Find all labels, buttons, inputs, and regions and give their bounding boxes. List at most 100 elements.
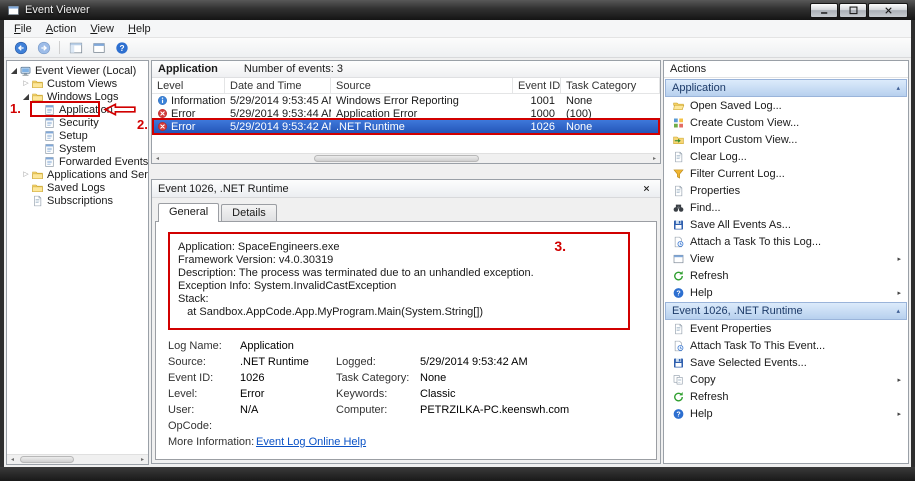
folder-icon [31, 91, 44, 103]
scroll-right-icon[interactable]: ▸ [137, 455, 148, 464]
tree-item-security[interactable]: Security [7, 116, 148, 129]
collapse-chevron-icon[interactable]: ▴ [896, 307, 900, 315]
action-save-selected-events[interactable]: Save Selected Events... [664, 354, 908, 371]
tree-item-subscriptions[interactable]: Subscriptions [7, 194, 148, 207]
action-label: Attach a Task To this Log... [690, 236, 821, 248]
action-attach-task-to-log[interactable]: Attach a Task To this Log... [664, 233, 908, 250]
column-header-date[interactable]: Date and Time [225, 78, 331, 93]
action-refresh[interactable]: Refresh [664, 267, 908, 284]
action-find[interactable]: Find... [664, 199, 908, 216]
action-create-custom-view[interactable]: Create Custom View... [664, 114, 908, 131]
expanded-icon[interactable]: ◢ [21, 90, 31, 103]
tab-details[interactable]: Details [221, 204, 277, 221]
menu-help[interactable]: Help [121, 21, 158, 37]
field-label: Computer: [336, 404, 420, 417]
scroll-left-icon[interactable]: ◂ [7, 455, 18, 464]
maximize-button[interactable] [839, 3, 867, 18]
action-import-custom-view[interactable]: Import Custom View... [664, 131, 908, 148]
tree-item-setup[interactable]: Setup [7, 129, 148, 142]
action-clear-log[interactable]: Clear Log... [664, 148, 908, 165]
collapsed-icon[interactable]: ▷ [21, 77, 31, 90]
field-value-log-name: Application [240, 340, 336, 353]
tree-item-system[interactable]: System [7, 142, 148, 155]
event-row[interactable]: Error 5/29/2014 9:53:44 AM Application E… [152, 107, 660, 120]
open-folder-icon [672, 100, 685, 112]
window-controls [810, 3, 908, 18]
tree-item-event-viewer-local[interactable]: ◢ Event Viewer (Local) [7, 64, 148, 77]
actions-section-header-application[interactable]: Application ▴ [665, 79, 907, 97]
action-open-saved-log[interactable]: Open Saved Log... [664, 97, 908, 114]
action-label: Find... [690, 202, 721, 214]
action-properties[interactable]: Properties [664, 182, 908, 199]
actions-section-header-event[interactable]: Event 1026, .NET Runtime ▴ [665, 302, 907, 320]
field-value-keywords: Classic [420, 388, 644, 401]
scroll-left-icon[interactable]: ◂ [152, 154, 163, 163]
detail-tab-area: General Details Application: SpaceEngine… [152, 198, 660, 463]
find-icon [672, 202, 685, 214]
collapse-chevron-icon[interactable]: ▴ [896, 84, 900, 92]
general-line: Framework Version: v4.0.30319 [178, 254, 620, 267]
field-value-computer: PETRZILKA-PC.keenswh.com [420, 404, 644, 417]
show-console-tree-button[interactable] [66, 39, 85, 56]
help-icon [672, 408, 685, 420]
tree-item-label: Applications and Services Lo [47, 169, 148, 181]
forward-button[interactable] [34, 39, 53, 56]
column-header-event-id[interactable]: Event ID [513, 78, 561, 93]
event-log-icon [43, 143, 56, 155]
action-copy[interactable]: Copy▸ [664, 371, 908, 388]
close-preview-button[interactable] [639, 182, 654, 196]
scrollbar-thumb[interactable] [314, 155, 479, 162]
cell-level: Error [171, 121, 195, 133]
action-save-all-events-as[interactable]: Save All Events As... [664, 216, 908, 233]
back-button[interactable] [11, 39, 30, 56]
scroll-right-icon[interactable]: ▸ [649, 154, 660, 163]
event-row[interactable]: Information 5/29/2014 9:53:45 AM Windows… [152, 94, 660, 107]
minimize-button[interactable] [810, 3, 838, 18]
expanded-icon[interactable]: ◢ [9, 64, 19, 77]
window-bottom-frame [0, 467, 915, 481]
action-filter-current-log[interactable]: Filter Current Log... [664, 165, 908, 182]
show-action-pane-button[interactable] [89, 39, 108, 56]
back-icon [14, 41, 28, 55]
tree-item-saved-logs[interactable]: Saved Logs [7, 181, 148, 194]
tree-horizontal-scrollbar[interactable]: ◂ ▸ [7, 454, 148, 464]
event-list-panel: Application Number of events: 3 Level Da… [151, 60, 661, 164]
menu-view[interactable]: View [83, 21, 121, 37]
scrollbar-thumb[interactable] [20, 456, 74, 463]
action-event-properties[interactable]: Event Properties [664, 320, 908, 337]
action-attach-task-to-event[interactable]: Attach Task To This Event... [664, 337, 908, 354]
action-help-event[interactable]: Help▸ [664, 405, 908, 422]
tree-item-applications-and-services-logs[interactable]: ▷ Applications and Services Lo [7, 168, 148, 181]
action-help[interactable]: Help▸ [664, 284, 908, 301]
save-icon [672, 357, 685, 369]
column-header-level[interactable]: Level [152, 78, 225, 93]
action-view[interactable]: View▸ [664, 250, 908, 267]
tree-item-custom-views[interactable]: ▷ Custom Views [7, 77, 148, 90]
tab-general[interactable]: General [158, 203, 219, 222]
action-label: Event Properties [690, 323, 771, 335]
event-row-selected[interactable]: Error 5/29/2014 9:53:42 AM .NET Runtime … [152, 120, 660, 133]
menu-action[interactable]: Action [39, 21, 84, 37]
cell-datetime: 5/29/2014 9:53:45 AM [225, 94, 331, 107]
cell-task-category: None [561, 120, 660, 133]
menu-file[interactable]: File [7, 21, 39, 37]
action-refresh-event[interactable]: Refresh [664, 388, 908, 405]
title-bar[interactable]: Event Viewer [0, 0, 915, 20]
section-header-label: Application [672, 82, 896, 94]
field-label: Keywords: [336, 388, 420, 401]
tree-item-forwarded-events[interactable]: Forwarded Events [7, 155, 148, 168]
toolbar-help-button[interactable] [112, 39, 131, 56]
event-log-online-help-link[interactable]: Event Log Online Help [256, 436, 366, 448]
list-filler [152, 133, 660, 153]
list-horizontal-scrollbar[interactable]: ◂ ▸ [152, 153, 660, 163]
close-button[interactable] [868, 3, 908, 18]
column-header-task-category[interactable]: Task Category [561, 78, 660, 93]
folder-icon [31, 78, 44, 90]
collapsed-icon[interactable]: ▷ [21, 168, 31, 181]
tree-item-application[interactable]: 1. Application [7, 103, 148, 116]
column-header-source[interactable]: Source [331, 78, 513, 93]
main-content: ◢ Event Viewer (Local) ▷ Custom Views ◢ … [4, 58, 911, 467]
error-icon [157, 108, 168, 119]
annotation-arrow-icon [102, 103, 138, 116]
tree-item-windows-logs[interactable]: ◢ Windows Logs [7, 90, 148, 103]
